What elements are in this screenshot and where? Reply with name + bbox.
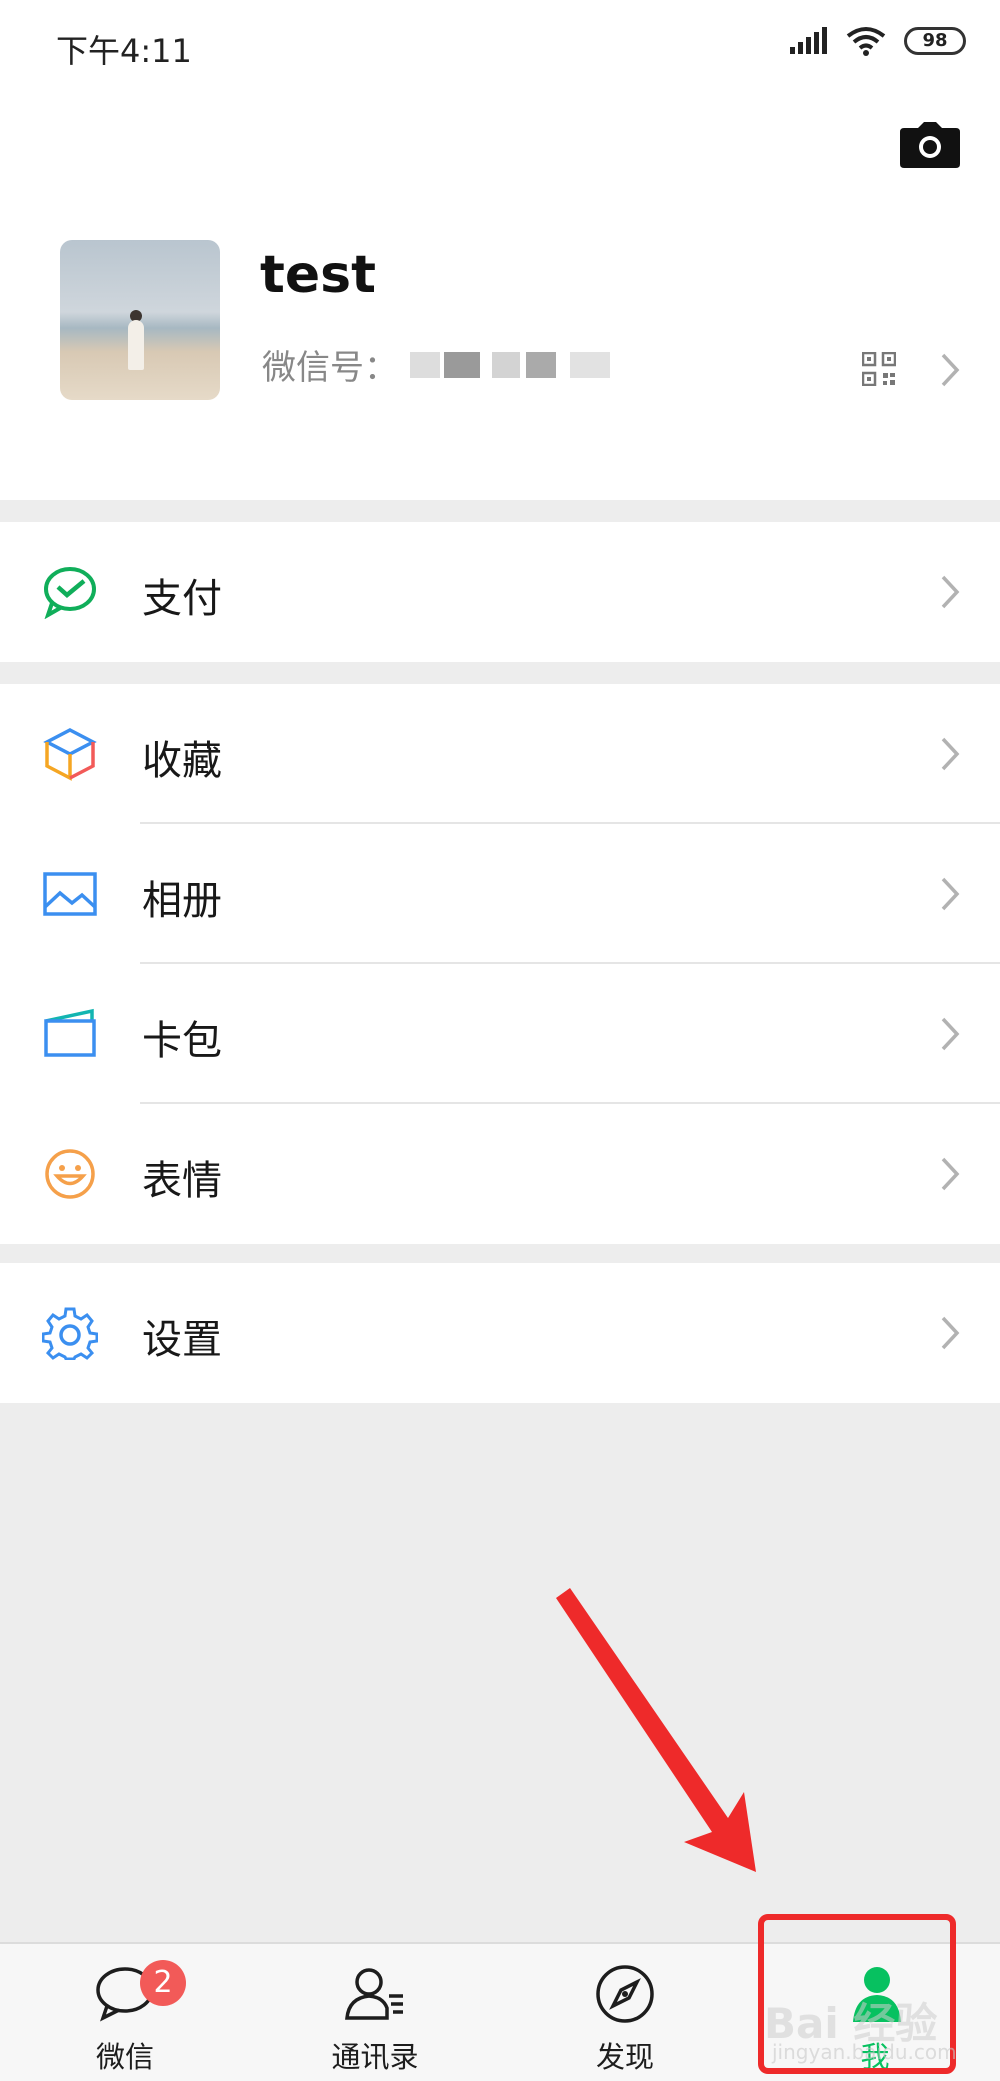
- watermark-url: jingyan.baidu.com: [772, 2040, 957, 2064]
- menu-group-pay: 支付: [0, 522, 1000, 662]
- menu-item-favorites[interactable]: 收藏: [0, 684, 1000, 824]
- status-bar: 下午4:11 98: [0, 0, 1000, 90]
- album-icon: [43, 872, 97, 916]
- menu-item-album[interactable]: 相册: [0, 824, 1000, 964]
- chevron-right-icon: [941, 1017, 960, 1051]
- gear-icon: [42, 1307, 98, 1360]
- favorites-icon: [43, 728, 97, 781]
- profile-header[interactable]: test 微信号：: [0, 90, 1000, 500]
- wechat-id-label: 微信号：: [262, 348, 398, 388]
- tab-label: 微信: [95, 2040, 154, 2074]
- chevron-right-icon: [941, 353, 960, 387]
- signal-icon: [790, 27, 827, 54]
- status-icons: 98: [788, 26, 966, 56]
- profile-name: test: [260, 245, 376, 305]
- chevron-right-icon: [941, 877, 960, 911]
- chevron-right-icon: [941, 737, 960, 771]
- menu-group-settings: 设置: [0, 1263, 1000, 1403]
- menu-item-label: 卡包: [142, 1018, 222, 1064]
- tab-chats[interactable]: 2 微信: [0, 1944, 250, 2081]
- pay-icon: [44, 567, 96, 619]
- menu-item-label: 设置: [142, 1317, 222, 1363]
- menu-item-pay[interactable]: 支付: [0, 522, 1000, 662]
- chevron-right-icon: [941, 1157, 960, 1191]
- menu-item-label: 支付: [142, 576, 222, 622]
- tab-discover[interactable]: 发现: [500, 1944, 750, 2081]
- qr-code-icon[interactable]: [862, 352, 896, 386]
- menu-item-cards[interactable]: 卡包: [0, 964, 1000, 1104]
- menu-group-main: 收藏 相册 卡包 表情: [0, 684, 1000, 1244]
- tab-contacts[interactable]: 通讯录: [250, 1944, 500, 2081]
- menu-item-label: 收藏: [142, 738, 222, 784]
- compass-icon: [596, 1965, 654, 2023]
- wechat-id-redacted: [410, 352, 610, 378]
- battery-indicator: 98: [904, 27, 966, 55]
- wifi-icon: [846, 27, 886, 56]
- avatar[interactable]: [60, 240, 220, 400]
- cards-icon: [44, 1008, 96, 1057]
- sticker-smiley-icon: [45, 1149, 95, 1199]
- menu-item-stickers[interactable]: 表情: [0, 1104, 1000, 1244]
- chevron-right-icon: [941, 1316, 960, 1350]
- camera-icon[interactable]: [900, 120, 960, 170]
- status-time: 下午4:11: [56, 32, 192, 70]
- chevron-right-icon: [941, 575, 960, 609]
- contacts-icon: [345, 1968, 403, 2020]
- tab-label: 通讯录: [331, 2040, 419, 2074]
- menu-item-label: 表情: [142, 1158, 222, 1204]
- menu-item-settings[interactable]: 设置: [0, 1263, 1000, 1403]
- unread-badge: 2: [140, 1960, 186, 2006]
- tab-label: 发现: [595, 2040, 654, 2074]
- menu-item-label: 相册: [142, 878, 222, 924]
